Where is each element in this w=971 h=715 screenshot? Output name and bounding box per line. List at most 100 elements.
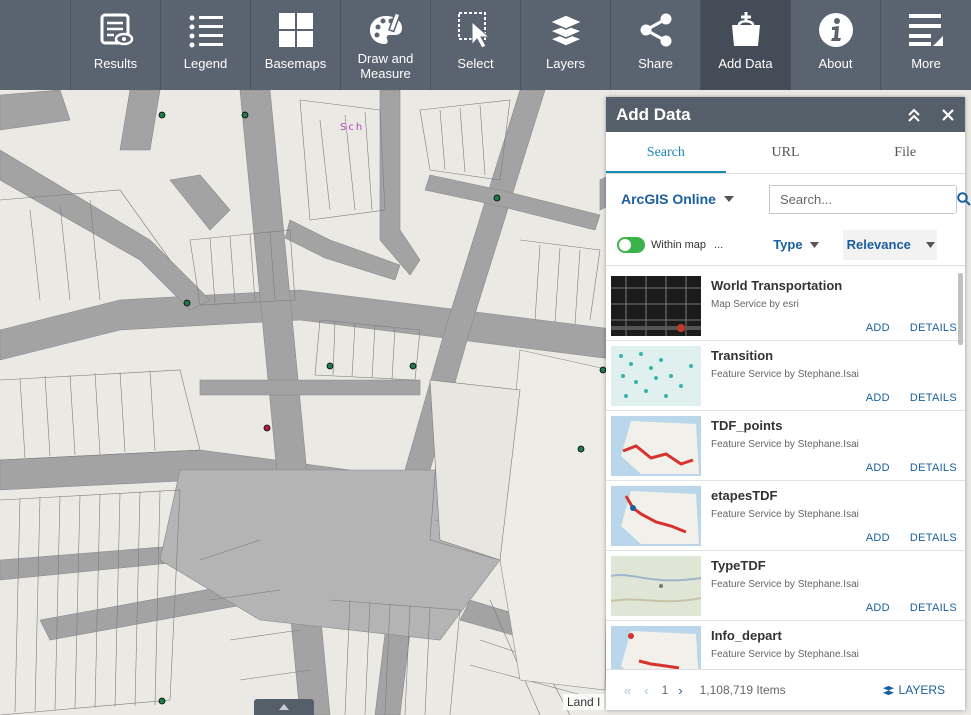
within-map-more[interactable]: ... bbox=[714, 239, 723, 251]
search-box bbox=[769, 184, 971, 214]
source-row: ArcGIS Online bbox=[606, 174, 971, 224]
results-list[interactable]: World Transportation Map Service by esri… bbox=[606, 271, 965, 669]
source-select[interactable]: ArcGIS Online bbox=[621, 191, 734, 207]
map-point bbox=[263, 424, 271, 432]
collapse-button[interactable] bbox=[897, 97, 931, 132]
info-icon bbox=[816, 10, 856, 50]
list-item: World Transportation Map Service by esri… bbox=[606, 271, 965, 341]
panel-header: Add Data bbox=[606, 97, 965, 132]
list-item: TDF_points Feature Service by Stephane.I… bbox=[606, 411, 965, 481]
toolbar-draw-measure-button[interactable]: Draw and Measure bbox=[340, 0, 430, 90]
toolbar-layers-label: Layers bbox=[545, 56, 586, 71]
add-data-panel: Add Data Search URL File ArcGIS Online W… bbox=[606, 97, 971, 710]
panel-title: Add Data bbox=[616, 104, 691, 124]
details-button[interactable]: DETAILS bbox=[910, 322, 957, 334]
details-button[interactable]: DETAILS bbox=[910, 602, 957, 614]
add-button[interactable]: ADD bbox=[866, 392, 890, 404]
result-title: World Transportation bbox=[711, 278, 843, 293]
tab-search[interactable]: Search bbox=[606, 132, 726, 173]
chevron-down-icon bbox=[925, 241, 935, 248]
details-button[interactable]: DETAILS bbox=[910, 392, 957, 404]
result-title: Transition bbox=[711, 348, 774, 363]
add-button[interactable]: ADD bbox=[866, 532, 890, 544]
result-subtitle: Feature Service by Stephane.Isai bbox=[711, 579, 859, 590]
results-icon bbox=[96, 10, 136, 50]
layers-icon bbox=[882, 685, 894, 695]
search-input[interactable] bbox=[770, 185, 956, 213]
toolbar-about-label: About bbox=[818, 56, 853, 71]
result-body: TypeTDF Feature Service by Stephane.Isai… bbox=[701, 551, 965, 620]
toolbar-legend-button[interactable]: Legend bbox=[160, 0, 250, 90]
double-chevron-up-icon bbox=[908, 108, 920, 122]
toolbar-results-button[interactable]: Results bbox=[70, 0, 160, 90]
details-button[interactable]: DETAILS bbox=[910, 532, 957, 544]
toolbar-basemaps-button[interactable]: Basemaps bbox=[250, 0, 340, 90]
result-actions: ADD DETAILS bbox=[866, 392, 957, 404]
panel-footer: « ‹ 1 › 1,108,719 Items LAYERS bbox=[606, 669, 965, 710]
close-button[interactable] bbox=[931, 97, 965, 132]
search-button[interactable] bbox=[956, 185, 971, 213]
result-subtitle: Feature Service by Stephane.Isai bbox=[711, 649, 859, 660]
toolbar-share-button[interactable]: Share bbox=[610, 0, 700, 90]
thumbnail bbox=[611, 416, 701, 476]
add-button[interactable]: ADD bbox=[866, 462, 890, 474]
result-subtitle: Feature Service by Stephane.Isai bbox=[711, 509, 859, 520]
chevron-down-icon bbox=[723, 196, 734, 202]
add-button[interactable]: ADD bbox=[866, 322, 890, 334]
within-map-toggle[interactable] bbox=[617, 236, 645, 253]
filter-row: Within map ... Type Relevance bbox=[606, 224, 965, 266]
result-body: Transition Feature Service by Stephane.I… bbox=[701, 341, 965, 410]
toolbar-draw-measure-label: Draw and Measure bbox=[357, 51, 414, 81]
layers-button[interactable]: LAYERS bbox=[882, 683, 945, 697]
toolbar-layers-button[interactable]: Layers bbox=[520, 0, 610, 90]
toolbar-select-button[interactable]: Select bbox=[430, 0, 520, 90]
thumbnail bbox=[611, 626, 701, 669]
result-title: TypeTDF bbox=[711, 558, 766, 573]
details-button[interactable]: DETAILS bbox=[910, 462, 957, 474]
result-body: TDF_points Feature Service by Stephane.I… bbox=[701, 411, 965, 480]
prev-page-button[interactable]: ‹ bbox=[644, 683, 648, 698]
map-point bbox=[493, 194, 501, 202]
map-point bbox=[158, 111, 166, 119]
first-page-button[interactable]: « bbox=[624, 683, 631, 698]
next-page-button[interactable]: › bbox=[678, 683, 682, 698]
map-point bbox=[241, 111, 249, 119]
thumbnail bbox=[611, 276, 701, 336]
map-point bbox=[409, 362, 417, 370]
within-map-label: Within map bbox=[651, 238, 707, 251]
sort-select[interactable]: Relevance bbox=[842, 229, 937, 260]
map-label: Sch bbox=[340, 122, 364, 133]
results-scrollbar[interactable] bbox=[958, 273, 963, 345]
basemaps-icon bbox=[276, 10, 316, 50]
map-point bbox=[577, 445, 585, 453]
toolbar-more-button[interactable]: More bbox=[880, 0, 971, 90]
toolbar-about-button[interactable]: About bbox=[790, 0, 880, 90]
toolbar-add-data-button[interactable]: Add Data bbox=[700, 0, 790, 90]
list-item: TypeTDF Feature Service by Stephane.Isai… bbox=[606, 551, 965, 621]
map-attribution: Land I bbox=[563, 694, 605, 710]
source-select-label: ArcGIS Online bbox=[621, 191, 716, 207]
page-number: 1 bbox=[661, 683, 669, 697]
add-button[interactable]: ADD bbox=[866, 602, 890, 614]
map-point bbox=[326, 362, 334, 370]
tab-file[interactable]: File bbox=[845, 132, 965, 173]
result-subtitle: Feature Service by Stephane.Isai bbox=[711, 439, 859, 450]
search-icon bbox=[957, 192, 971, 206]
toolbar: Results Legend Basemaps Draw and Measure… bbox=[0, 0, 971, 90]
toolbar-add-data-label: Add Data bbox=[718, 56, 773, 71]
result-title: TDF_points bbox=[711, 418, 783, 433]
select-icon bbox=[456, 10, 496, 50]
add-data-icon bbox=[726, 10, 766, 50]
result-subtitle: Map Service by esri bbox=[711, 299, 799, 310]
map-point bbox=[158, 697, 166, 705]
tab-url[interactable]: URL bbox=[726, 132, 846, 173]
type-filter-select[interactable]: Type bbox=[773, 237, 819, 252]
more-icon bbox=[906, 10, 946, 50]
chevron-up-icon bbox=[279, 704, 289, 710]
close-icon bbox=[942, 108, 954, 121]
list-item: Info_depart Feature Service by Stephane.… bbox=[606, 621, 965, 669]
sort-select-label: Relevance bbox=[846, 237, 911, 252]
thumbnail bbox=[611, 556, 701, 616]
bottom-drawer-handle[interactable] bbox=[254, 699, 314, 715]
result-actions: ADD DETAILS bbox=[866, 532, 957, 544]
